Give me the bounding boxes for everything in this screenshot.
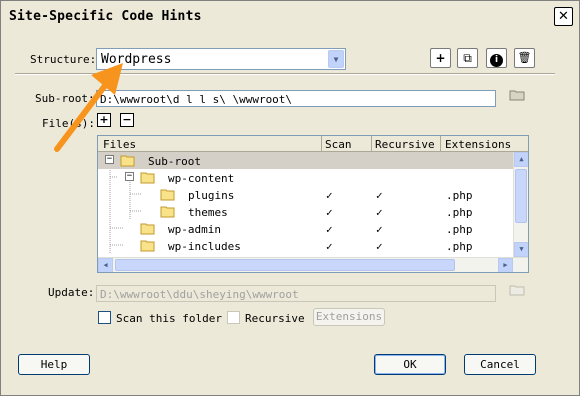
browse-folder-icon bbox=[509, 285, 525, 296]
folder-icon bbox=[140, 223, 155, 235]
window-title: Site-Specific Code Hints bbox=[9, 9, 202, 24]
recursive-check[interactable]: ✓ bbox=[376, 223, 383, 236]
tree-item-label: themes bbox=[188, 206, 228, 219]
recursive-check[interactable]: ✓ bbox=[376, 206, 383, 219]
update-label: Update: bbox=[48, 286, 95, 299]
scan-folder-label: Scan this folder bbox=[116, 312, 222, 325]
vertical-scrollbar[interactable]: ▲ ▼ bbox=[513, 152, 528, 257]
header-scan[interactable]: Scan bbox=[325, 138, 352, 151]
recursive-label: Recursive bbox=[245, 312, 305, 325]
tree-row-subroot[interactable]: − Sub-root bbox=[98, 152, 528, 169]
collapse-toggle-icon[interactable]: − bbox=[105, 155, 114, 164]
ok-button[interactable]: OK bbox=[374, 354, 446, 375]
scan-check[interactable]: ✓ bbox=[326, 240, 333, 253]
header-extensions[interactable]: Extensions bbox=[445, 138, 511, 151]
tree-row-wp-includes[interactable]: wp-includes ✓ ✓ .php bbox=[98, 237, 528, 254]
chevron-down-icon[interactable]: ▼ bbox=[328, 50, 344, 68]
tree-item-label: Sub-root bbox=[148, 155, 201, 168]
browse-folder-icon[interactable] bbox=[509, 89, 525, 101]
folder-icon bbox=[160, 189, 175, 201]
copy-icon[interactable]: ⧉ bbox=[457, 48, 478, 68]
tree-item-label: plugins bbox=[188, 189, 235, 202]
extensions-button: Extensions bbox=[313, 308, 385, 326]
scroll-thumb[interactable] bbox=[515, 169, 527, 223]
extensions-value: .php bbox=[446, 189, 473, 202]
grid-header: Files Scan Recursive Extensions bbox=[98, 136, 528, 152]
extensions-value: .php bbox=[446, 240, 473, 253]
header-recursive[interactable]: Recursive bbox=[375, 138, 435, 151]
close-button[interactable]: ✕ bbox=[554, 7, 573, 26]
recursive-checkbox bbox=[227, 311, 240, 324]
help-button[interactable]: Help bbox=[18, 354, 90, 375]
column-separator bbox=[321, 136, 322, 151]
dialog-window: Site-Specific Code Hints ✕ Structure: Wo… bbox=[0, 0, 580, 396]
scroll-up-icon[interactable]: ▲ bbox=[514, 152, 528, 167]
info-icon[interactable]: i bbox=[486, 48, 507, 68]
scroll-down-icon[interactable]: ▼ bbox=[514, 242, 528, 257]
update-input: D:\wwwroot\ddu\sheying\wwwroot bbox=[96, 285, 496, 302]
update-value: D:\wwwroot\ddu\sheying\wwwroot bbox=[100, 288, 299, 301]
info-glyph: i bbox=[490, 54, 503, 67]
scan-check[interactable]: ✓ bbox=[326, 223, 333, 236]
scroll-left-icon[interactable]: ◀ bbox=[98, 258, 113, 272]
tree-row-themes[interactable]: themes ✓ ✓ .php bbox=[98, 203, 528, 220]
tree-row-wp-content[interactable]: − wp-content bbox=[98, 169, 528, 186]
collapse-toggle-icon[interactable]: − bbox=[125, 172, 134, 181]
recursive-check[interactable]: ✓ bbox=[376, 189, 383, 202]
extensions-value: .php bbox=[446, 206, 473, 219]
folder-icon bbox=[140, 172, 155, 184]
tree-item-label: wp-admin bbox=[168, 223, 221, 236]
folder-icon bbox=[140, 240, 155, 252]
column-separator bbox=[440, 136, 441, 151]
scan-folder-checkbox[interactable] bbox=[98, 311, 111, 324]
scan-check[interactable]: ✓ bbox=[326, 206, 333, 219]
annotation-arrow-icon bbox=[54, 63, 123, 152]
add-structure-button[interactable]: + bbox=[430, 48, 451, 68]
subroot-input[interactable]: D:\wwwroot\d l l s\ \wwwroot\ bbox=[96, 90, 496, 107]
horizontal-scrollbar[interactable]: ◀ ▶ bbox=[98, 257, 528, 272]
scan-check[interactable]: ✓ bbox=[326, 189, 333, 202]
folder-icon bbox=[160, 206, 175, 218]
tree-row-wp-admin[interactable]: wp-admin ✓ ✓ .php bbox=[98, 220, 528, 237]
trash-icon[interactable]: 🗑 bbox=[514, 48, 535, 68]
recursive-check[interactable]: ✓ bbox=[376, 240, 383, 253]
extensions-value: .php bbox=[446, 223, 473, 236]
title-bar: Site-Specific Code Hints ✕ bbox=[1, 1, 579, 32]
files-grid[interactable]: Files Scan Recursive Extensions − Sub-ro… bbox=[97, 135, 529, 273]
cancel-button[interactable]: Cancel bbox=[464, 354, 536, 375]
tree-item-label: wp-includes bbox=[168, 240, 241, 253]
tree-row-plugins[interactable]: plugins ✓ ✓ .php bbox=[98, 186, 528, 203]
scroll-thumb[interactable] bbox=[115, 259, 455, 271]
tree-item-label: wp-content bbox=[168, 172, 235, 185]
scroll-right-icon[interactable]: ▶ bbox=[498, 258, 513, 272]
structure-select[interactable]: Wordpress ▼ bbox=[96, 48, 346, 70]
column-separator bbox=[371, 136, 372, 151]
